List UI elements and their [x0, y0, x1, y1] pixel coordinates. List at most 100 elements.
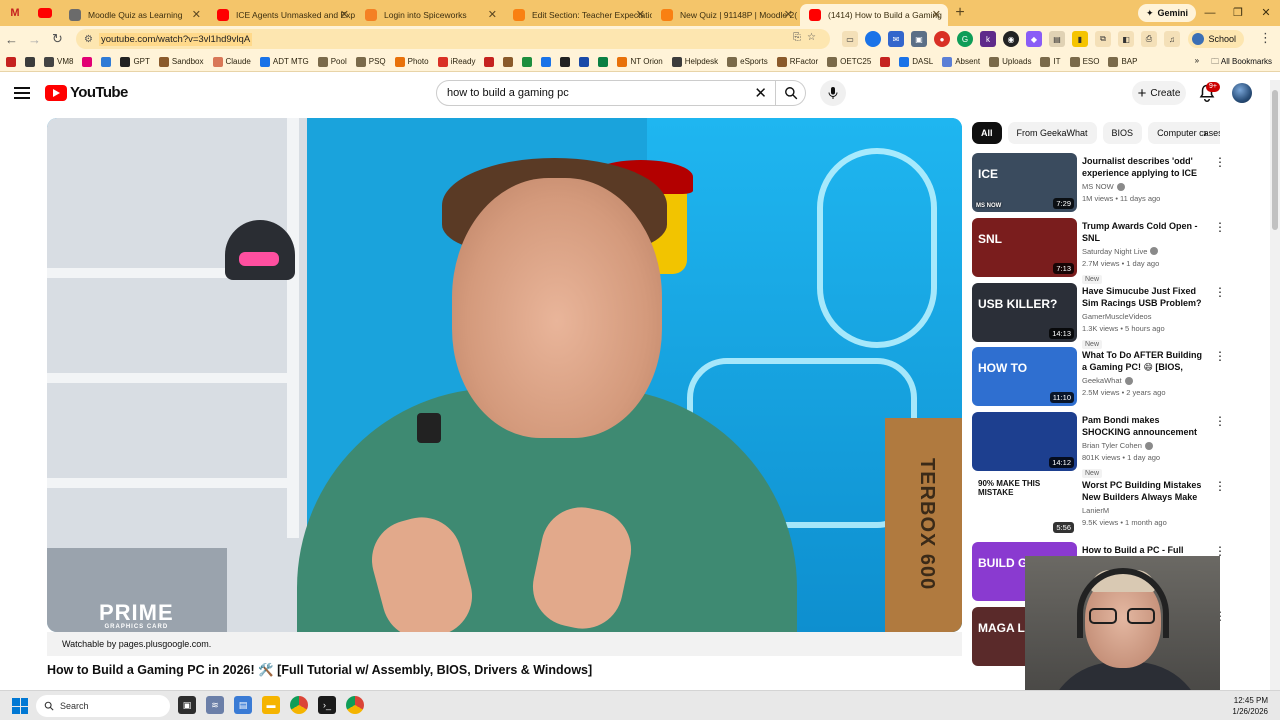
browser-tab[interactable]: Edit Section: Teacher Expectatio ✕ [504, 4, 652, 26]
pinned-tab-gmail[interactable]: M [0, 0, 30, 26]
gemini-button[interactable]: ✦ Gemini [1137, 4, 1196, 22]
extension-icon[interactable]: ● [934, 31, 950, 47]
chips-next-button[interactable]: › [1203, 126, 1207, 140]
bookmark-item[interactable]: Pool [317, 56, 347, 67]
bookmark-item[interactable]: eSports [727, 56, 768, 67]
scrollbar-thumb[interactable] [1272, 90, 1278, 230]
star-icon[interactable]: ☆ [807, 32, 822, 43]
video-title-link[interactable]: Have Simucube Just Fixed Sim Racings USB… [1082, 285, 1208, 309]
close-tab-icon[interactable]: ✕ [192, 8, 201, 21]
taskbar-search[interactable]: Search [36, 695, 170, 717]
media-icon[interactable]: ♫ [1164, 31, 1180, 47]
channel-name[interactable]: GamerMuscleVideos [1082, 312, 1208, 321]
close-window-button[interactable]: ✕ [1252, 0, 1280, 26]
filter-chip[interactable]: Computer cases [1148, 122, 1220, 144]
extension-icon[interactable]: G [957, 31, 973, 47]
more-actions-icon[interactable]: ⋮ [1214, 285, 1226, 299]
bookmark-item[interactable]: PSQ [355, 56, 386, 67]
video-player[interactable]: TERBOX 600 PRIME GRAPHICS CARD [47, 118, 962, 632]
video-thumbnail[interactable]: ICE MS NOW 7:29 [972, 153, 1077, 212]
close-tab-icon[interactable]: ✕ [784, 8, 793, 21]
bookmark-item[interactable]: iReady [437, 56, 475, 67]
video-title-link[interactable]: Journalist describes 'odd' experience ap… [1082, 155, 1208, 179]
channel-name[interactable]: Saturday Night Live [1082, 247, 1208, 256]
pinned-tab-youtube[interactable] [30, 0, 60, 26]
bookmark-item[interactable] [579, 56, 590, 67]
filter-chip[interactable]: BIOS [1102, 122, 1143, 144]
channel-name[interactable]: GeekaWhat [1082, 376, 1208, 385]
install-icon[interactable]: ⎘ [793, 32, 807, 43]
account-avatar[interactable] [1232, 83, 1252, 103]
start-button[interactable] [12, 698, 28, 714]
youtube-logo[interactable]: YouTube [45, 84, 128, 101]
bookmark-item[interactable]: Sandbox [158, 56, 204, 67]
extension-icon[interactable]: ▮ [1072, 31, 1088, 47]
extension-icon[interactable]: ✉ [888, 31, 904, 47]
all-bookmarks-folder[interactable]: 🗀 All Bookmarks [1211, 56, 1272, 70]
channel-name[interactable]: LanierM [1082, 506, 1208, 515]
bookmark-item[interactable] [541, 56, 552, 67]
bookmark-item[interactable]: IT [1040, 56, 1061, 67]
page-scrollbar[interactable] [1270, 80, 1280, 690]
bookmark-item[interactable] [598, 56, 609, 67]
browser-tab[interactable]: (1414) How to Build a Gaming ✕ [800, 4, 948, 26]
bookmark-item[interactable]: Uploads [989, 56, 1031, 67]
bookmark-item[interactable]: NT Orion [617, 56, 663, 67]
bookmark-item[interactable]: Photo [394, 56, 429, 67]
bookmark-item[interactable]: OETC25 [827, 56, 871, 67]
video-title-link[interactable]: Worst PC Building Mistakes New Builders … [1082, 479, 1208, 503]
app-icon[interactable]: ≋ [206, 696, 224, 714]
system-clock[interactable]: 12:45 PM 1/26/2026 [1232, 695, 1268, 717]
close-tab-icon[interactable]: ✕ [340, 8, 349, 21]
profile-button[interactable]: School [1188, 30, 1244, 48]
close-tab-icon[interactable]: ✕ [932, 8, 941, 21]
recommended-video[interactable]: HOW TO 11:10 What To Do AFTER Building a G… [972, 347, 1227, 412]
video-thumbnail[interactable]: 14:12 [972, 412, 1077, 472]
more-actions-icon[interactable]: ⋮ [1214, 349, 1226, 363]
extension-icon[interactable]: ◉ [1003, 31, 1019, 47]
browser-menu-button[interactable]: ⋮ [1259, 30, 1272, 46]
video-thumbnail[interactable]: SNL 7:13 [972, 217, 1077, 277]
close-tab-icon[interactable]: ✕ [636, 8, 645, 21]
bookmark-item[interactable]: DASL [899, 56, 933, 67]
share-icon[interactable]: ⎙ [1141, 31, 1157, 47]
extension-icon[interactable] [865, 31, 881, 47]
bookmark-item[interactable] [503, 56, 514, 67]
recommended-video[interactable]: 90% MAKE THIS MISTAKE 5:56 Worst PC Buildi… [972, 476, 1227, 542]
bookmark-item[interactable]: Helpdesk [671, 56, 718, 67]
extension-icon[interactable]: ◆ [1026, 31, 1042, 47]
chrome-alt-icon[interactable] [346, 696, 364, 714]
bookmark-item[interactable]: BAP [1108, 56, 1137, 67]
bookmark-item[interactable]: Claude [212, 56, 251, 67]
channel-name[interactable]: MS NOW [1082, 182, 1208, 191]
bookmark-item[interactable] [6, 56, 16, 67]
video-thumbnail[interactable]: 90% MAKE THIS MISTAKE 5:56 [972, 476, 1077, 536]
more-actions-icon[interactable]: ⋮ [1214, 155, 1226, 169]
video-title-link[interactable]: Trump Awards Cold Open - SNL [1082, 220, 1208, 244]
recommended-video[interactable]: ICE MS NOW 7:29 Journalist describes 'odd' … [972, 153, 1227, 218]
clear-search-icon[interactable]: ✕ [754, 84, 767, 102]
recommended-video[interactable]: SNL 7:13 Trump Awards Cold Open - SNL Satur… [972, 217, 1227, 284]
close-tab-icon[interactable]: ✕ [488, 8, 497, 21]
bookmark-item[interactable]: ADT MTG [259, 56, 309, 67]
more-actions-icon[interactable]: ⋮ [1214, 479, 1226, 493]
new-tab-button[interactable]: + [948, 4, 972, 22]
menu-button[interactable] [14, 84, 30, 102]
bookmark-item[interactable] [522, 56, 533, 67]
task-view-icon[interactable]: ▣ [178, 696, 196, 714]
bookmark-item[interactable]: ESO [1069, 56, 1099, 67]
search-input[interactable]: how to build a gaming pc ✕ [436, 80, 776, 106]
chrome-icon[interactable] [290, 696, 308, 714]
tab-search-icon[interactable]: ▭ [842, 31, 858, 47]
more-actions-icon[interactable]: ⋮ [1214, 220, 1226, 234]
bookmark-item[interactable] [484, 56, 495, 67]
filter-chip[interactable]: From GeekaWhat [1007, 122, 1097, 144]
browser-tab[interactable]: ICE Agents Unmasked and Exp ✕ [208, 4, 356, 26]
video-thumbnail[interactable]: HOW TO 11:10 [972, 347, 1077, 407]
recommended-video[interactable]: USB KILLER? 14:13 Have Simucube Just Fixed… [972, 282, 1227, 349]
video-thumbnail[interactable]: USB KILLER? 14:13 [972, 282, 1077, 342]
extension-icon[interactable]: k [980, 31, 996, 47]
search-button[interactable] [776, 80, 806, 106]
site-info-icon[interactable]: ⚙ [84, 34, 93, 45]
bookmark-item[interactable]: Absent [942, 56, 980, 67]
